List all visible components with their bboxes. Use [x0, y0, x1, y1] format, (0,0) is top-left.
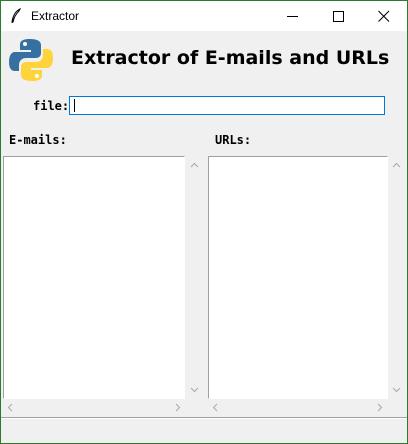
- urls-horizontal-scrollbar[interactable]: [208, 399, 388, 416]
- app-headline: Extractor of E-mails and URLs: [71, 47, 390, 69]
- scroll-up-icon[interactable]: [392, 162, 401, 168]
- maximize-icon: [333, 11, 344, 22]
- urls-vertical-scrollbar[interactable]: [388, 156, 405, 399]
- minimize-button[interactable]: [270, 1, 316, 31]
- urls-listbox[interactable]: [208, 156, 388, 399]
- minimize-icon: [287, 16, 298, 17]
- scroll-up-icon[interactable]: [190, 162, 199, 168]
- scroll-down-icon[interactable]: [190, 387, 199, 393]
- close-button[interactable]: [361, 1, 407, 31]
- app-window: Extractor Extractor of E-mails and URLs …: [0, 0, 408, 444]
- scroll-down-icon[interactable]: [392, 387, 401, 393]
- emails-listbox[interactable]: [3, 156, 185, 399]
- python-logo-icon: [9, 39, 53, 81]
- emails-horizontal-scrollbar[interactable]: [3, 399, 186, 416]
- scroll-left-icon[interactable]: [7, 403, 13, 412]
- title-bar[interactable]: Extractor: [1, 1, 407, 31]
- text-caret: [74, 99, 75, 112]
- emails-label: E-mails:: [9, 133, 67, 147]
- emails-vertical-scrollbar[interactable]: [186, 156, 203, 399]
- close-icon: [378, 10, 390, 22]
- feather-icon: [11, 8, 22, 24]
- file-label: file:: [33, 99, 70, 113]
- file-input[interactable]: [69, 96, 385, 115]
- urls-label: URLs:: [215, 133, 252, 147]
- scroll-right-icon[interactable]: [377, 403, 383, 412]
- maximize-button[interactable]: [316, 1, 362, 31]
- scroll-left-icon[interactable]: [212, 403, 218, 412]
- scroll-right-icon[interactable]: [175, 403, 181, 412]
- window-title: Extractor: [31, 9, 80, 23]
- status-bar: [1, 418, 407, 443]
